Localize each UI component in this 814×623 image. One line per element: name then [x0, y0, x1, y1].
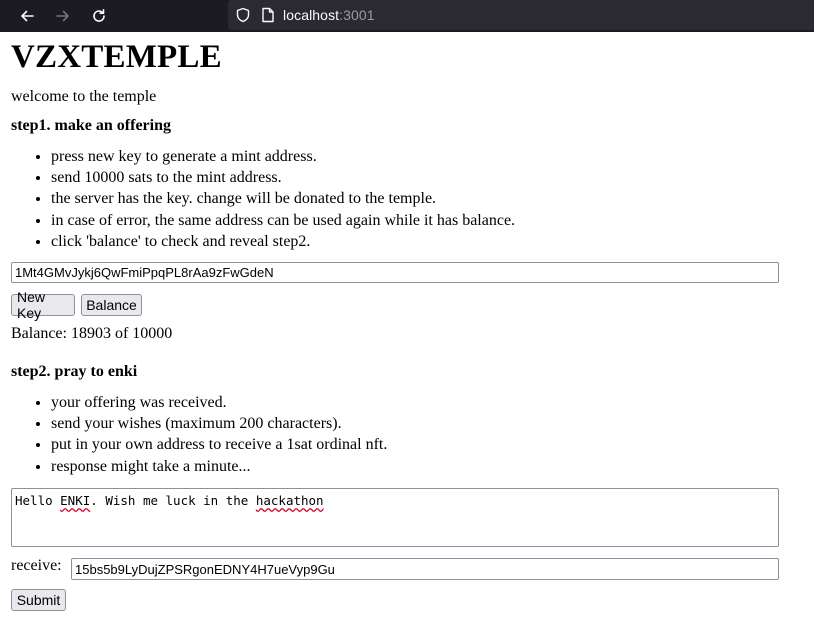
- step1-instructions: press new key to generate a mint address…: [11, 146, 515, 252]
- page-icon[interactable]: [261, 7, 275, 23]
- balance-status: Balance: 18903 of 10000: [11, 325, 173, 342]
- submit-button[interactable]: Submit: [11, 589, 66, 611]
- misspelled-word: hackathon: [255, 493, 324, 508]
- reload-button[interactable]: [87, 4, 111, 28]
- list-item: press new key to generate a mint address…: [51, 146, 515, 167]
- url-host: localhost: [283, 7, 340, 23]
- receive-address-input[interactable]: 15bs5b9LyDujZPSRgonEDNY4H7ueVyp9Gu: [71, 558, 779, 580]
- step2-heading: step2. pray to enki: [11, 363, 138, 380]
- list-item: put in your own address to receive a 1sa…: [51, 434, 387, 455]
- list-item: send 10000 sats to the mint address.: [51, 167, 515, 188]
- address-bar[interactable]: localhost:3001: [228, 0, 814, 30]
- page-title: VZXTEMPLE: [11, 39, 222, 75]
- list-item: the server has the key. change will be d…: [51, 188, 515, 209]
- arrow-right-icon: [56, 10, 69, 22]
- browser-toolbar: localhost:3001: [0, 0, 814, 32]
- list-item: response might take a minute...: [51, 456, 387, 477]
- shield-icon[interactable]: [235, 7, 251, 23]
- back-button[interactable]: [15, 4, 39, 28]
- welcome-text: welcome to the temple: [11, 88, 157, 105]
- step1-heading: step1. make an offering: [11, 117, 171, 134]
- forward-button[interactable]: [51, 4, 75, 28]
- reload-icon: [93, 9, 105, 22]
- list-item: your offering was received.: [51, 392, 387, 413]
- wish-text-middle: . Wish me luck in the: [90, 493, 256, 508]
- url-port: :3001: [339, 7, 375, 23]
- balance-button[interactable]: Balance: [81, 294, 142, 316]
- receive-label: receive:: [11, 557, 62, 574]
- misspelled-word: ENKI: [60, 493, 91, 508]
- wish-text-prefix: Hello: [15, 493, 61, 508]
- wish-textarea[interactable]: Hello ENKI. Wish me luck in the hackatho…: [11, 488, 779, 547]
- new-key-button[interactable]: New Key: [11, 289, 75, 321]
- list-item: click 'balance' to check and reveal step…: [51, 231, 515, 252]
- step2-instructions: your offering was received. send your wi…: [11, 392, 387, 477]
- list-item: send your wishes (maximum 200 characters…: [51, 413, 387, 434]
- mint-address-input[interactable]: 1Mt4GMvJykj6QwFmiPpqPL8rAa9zFwGdeN: [11, 262, 779, 283]
- step2-buttons: Submit: [11, 589, 71, 611]
- list-item: in case of error, the same address can b…: [51, 210, 515, 231]
- step1-buttons: New Key Balance: [11, 289, 211, 321]
- url-text[interactable]: localhost:3001: [283, 7, 375, 23]
- arrow-left-icon: [21, 10, 34, 22]
